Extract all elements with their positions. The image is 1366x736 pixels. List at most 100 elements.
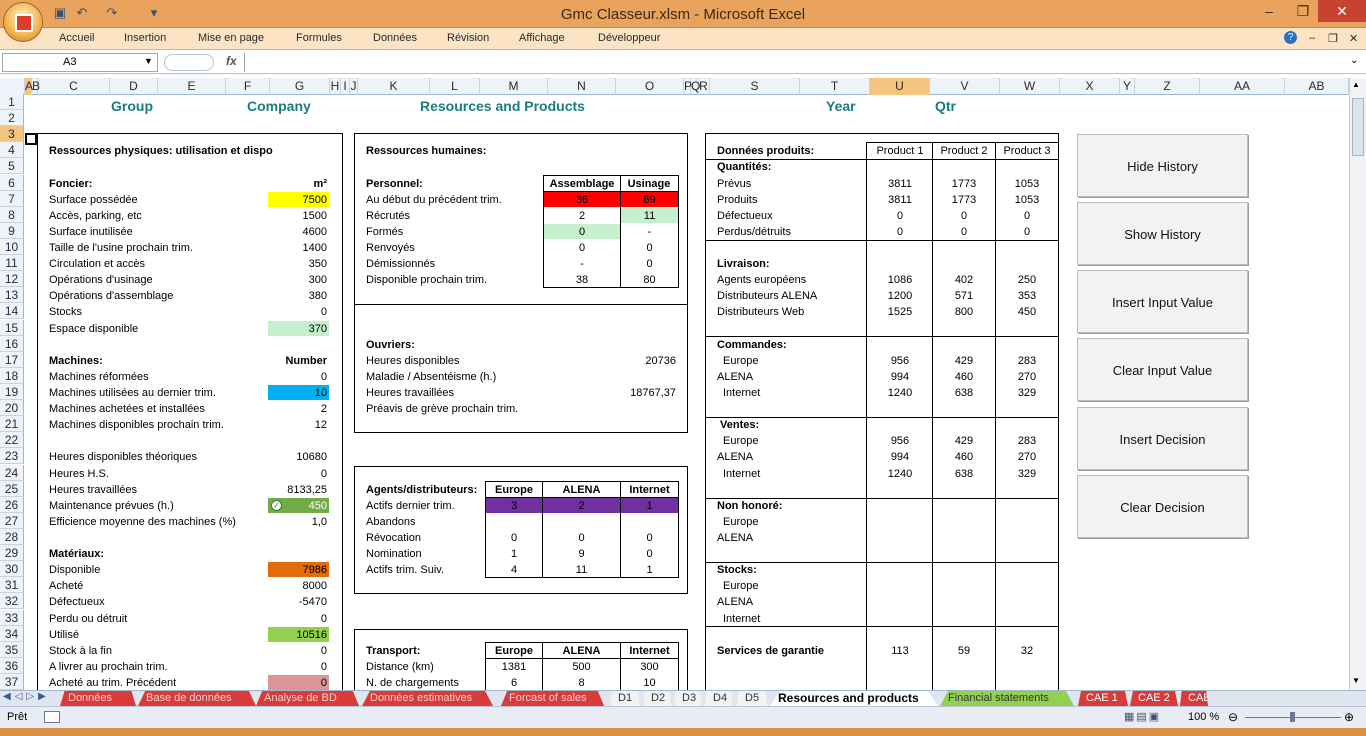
row-header-5[interactable]: 5 bbox=[0, 158, 24, 175]
row-header-34[interactable]: 34 bbox=[0, 625, 24, 642]
column-header-E[interactable]: E bbox=[158, 78, 226, 95]
expand-formula-icon[interactable]: ⌄ bbox=[1350, 55, 1358, 66]
help-icon[interactable]: ? bbox=[1284, 31, 1297, 44]
formula-input[interactable] bbox=[250, 55, 1340, 70]
row-header-35[interactable]: 35 bbox=[0, 641, 24, 658]
row-header-24[interactable]: 24 bbox=[0, 464, 24, 481]
column-header-L[interactable]: L bbox=[430, 78, 480, 95]
sheet-tab[interactable]: D2 bbox=[643, 691, 671, 706]
row-header-1[interactable]: 1 bbox=[0, 94, 24, 110]
select-all-corner[interactable] bbox=[0, 78, 25, 95]
row-header-17[interactable]: 17 bbox=[0, 351, 24, 368]
restore-icon[interactable]: ❐ bbox=[1286, 0, 1320, 22]
column-header-K[interactable]: K bbox=[358, 78, 430, 95]
column-header-I[interactable]: I bbox=[341, 78, 350, 95]
scroll-down-icon[interactable]: ▼ bbox=[1352, 676, 1360, 685]
row-header-8[interactable]: 8 bbox=[0, 206, 24, 223]
row-header-28[interactable]: 28 bbox=[0, 528, 24, 545]
column-header-A[interactable]: A bbox=[25, 78, 33, 95]
column-header-Z[interactable]: Z bbox=[1135, 78, 1200, 95]
row-header-26[interactable]: 26 bbox=[0, 496, 24, 513]
ribbon-minimize-icon[interactable]: – bbox=[1309, 32, 1315, 44]
row-header-21[interactable]: 21 bbox=[0, 416, 24, 433]
row-header-3[interactable]: 3 bbox=[0, 126, 24, 143]
column-header-F[interactable]: F bbox=[226, 78, 270, 95]
formula-bar-splitter[interactable] bbox=[164, 54, 214, 71]
column-header-Q[interactable]: Q bbox=[691, 78, 700, 95]
sheet-tab[interactable]: Données bbox=[60, 691, 136, 706]
sheet-tab[interactable]: Base de données bbox=[138, 691, 256, 706]
column-header-D[interactable]: D bbox=[110, 78, 158, 95]
ribbon-restore-icon[interactable]: ❐ bbox=[1328, 32, 1338, 45]
row-header-4[interactable]: 4 bbox=[0, 142, 24, 159]
zoom-thumb[interactable] bbox=[1290, 712, 1295, 722]
column-header-W[interactable]: W bbox=[1000, 78, 1060, 95]
column-header-C[interactable]: C bbox=[38, 78, 110, 95]
office-button[interactable] bbox=[3, 2, 43, 42]
row-header-2[interactable]: 2 bbox=[0, 110, 24, 127]
row-header-10[interactable]: 10 bbox=[0, 238, 24, 255]
sheet-tab[interactable]: D1 bbox=[610, 691, 640, 706]
column-header-N[interactable]: N bbox=[548, 78, 616, 95]
view-mode-icons[interactable]: ▦▤▣ bbox=[1124, 710, 1182, 724]
row-header-20[interactable]: 20 bbox=[0, 400, 24, 417]
sheet-tab[interactable]: Données estimatives bbox=[362, 691, 493, 706]
tab-developpeur[interactable]: Développeur bbox=[598, 32, 660, 44]
sheet-tab[interactable]: Analyse de BD bbox=[256, 691, 359, 706]
sheet-nav-icons[interactable]: ◀◁▷▶ bbox=[3, 691, 50, 702]
row-header-14[interactable]: 14 bbox=[0, 303, 24, 320]
row-header-19[interactable]: 19 bbox=[0, 383, 24, 400]
scroll-thumb[interactable] bbox=[1352, 98, 1364, 156]
row-header-31[interactable]: 31 bbox=[0, 577, 24, 594]
row-header-12[interactable]: 12 bbox=[0, 271, 24, 288]
column-header-H[interactable]: H bbox=[330, 78, 341, 95]
sheet-tab[interactable]: Financial statements bbox=[940, 691, 1074, 706]
minimize-icon[interactable]: – bbox=[1252, 0, 1286, 22]
zoom-out-icon[interactable]: ⊖ bbox=[1228, 710, 1238, 724]
column-header-Y[interactable]: Y bbox=[1120, 78, 1135, 95]
row-header-23[interactable]: 23 bbox=[0, 448, 24, 465]
scroll-up-icon[interactable]: ▲ bbox=[1352, 80, 1360, 89]
insert-decision-button[interactable]: Insert Decision bbox=[1077, 407, 1248, 470]
column-header-AA[interactable]: AA bbox=[1200, 78, 1285, 95]
column-header-J[interactable]: J bbox=[350, 78, 358, 95]
tab-affichage[interactable]: Affichage bbox=[519, 32, 565, 44]
row-header-7[interactable]: 7 bbox=[0, 190, 24, 207]
tab-revision[interactable]: Révision bbox=[447, 32, 489, 44]
row-header-13[interactable]: 13 bbox=[0, 287, 24, 304]
name-box[interactable]: A3 bbox=[2, 53, 158, 72]
close-icon[interactable]: ✕ bbox=[1318, 0, 1366, 22]
column-header-V[interactable]: V bbox=[930, 78, 1000, 95]
row-header-16[interactable]: 16 bbox=[0, 335, 24, 352]
column-header-O[interactable]: O bbox=[616, 78, 684, 95]
sheet-tab[interactable]: CAE 1 bbox=[1078, 691, 1128, 706]
sheet-tab[interactable]: Resources and products bbox=[770, 691, 938, 706]
column-header-AB[interactable]: AB bbox=[1285, 78, 1349, 95]
row-header-36[interactable]: 36 bbox=[0, 657, 24, 674]
tab-formules[interactable]: Formules bbox=[296, 32, 342, 44]
chevron-down-icon[interactable]: ▼ bbox=[144, 56, 153, 66]
row-header-18[interactable]: 18 bbox=[0, 367, 24, 384]
column-header-P[interactable]: P bbox=[684, 78, 692, 95]
vertical-scrollbar[interactable]: ▲ ▼ bbox=[1349, 78, 1366, 690]
clear-decision-button[interactable]: Clear Decision bbox=[1077, 475, 1248, 538]
tab-insertion[interactable]: Insertion bbox=[124, 32, 166, 44]
column-header-U[interactable]: U bbox=[870, 78, 930, 95]
column-header-X[interactable]: X bbox=[1060, 78, 1120, 95]
row-header-30[interactable]: 30 bbox=[0, 561, 24, 578]
hide-history-button[interactable]: Hide History bbox=[1077, 134, 1248, 197]
zoom-in-icon[interactable]: ⊕ bbox=[1344, 710, 1354, 724]
tab-accueil[interactable]: Accueil bbox=[59, 32, 94, 44]
clear-input-value-button[interactable]: Clear Input Value bbox=[1077, 338, 1248, 401]
row-header-32[interactable]: 32 bbox=[0, 593, 24, 610]
sheet-tab[interactable]: Forcast of sales bbox=[501, 691, 604, 706]
sheet-tab[interactable]: CAE bbox=[1180, 691, 1208, 706]
column-header-T[interactable]: T bbox=[800, 78, 870, 95]
ribbon-close-icon[interactable]: ✕ bbox=[1349, 32, 1358, 45]
row-header-27[interactable]: 27 bbox=[0, 512, 24, 529]
column-header-R[interactable]: R bbox=[698, 78, 710, 95]
row-header-25[interactable]: 25 bbox=[0, 480, 24, 497]
tab-donnees[interactable]: Données bbox=[373, 32, 417, 44]
active-cell[interactable] bbox=[25, 133, 37, 145]
row-header-15[interactable]: 15 bbox=[0, 319, 24, 336]
